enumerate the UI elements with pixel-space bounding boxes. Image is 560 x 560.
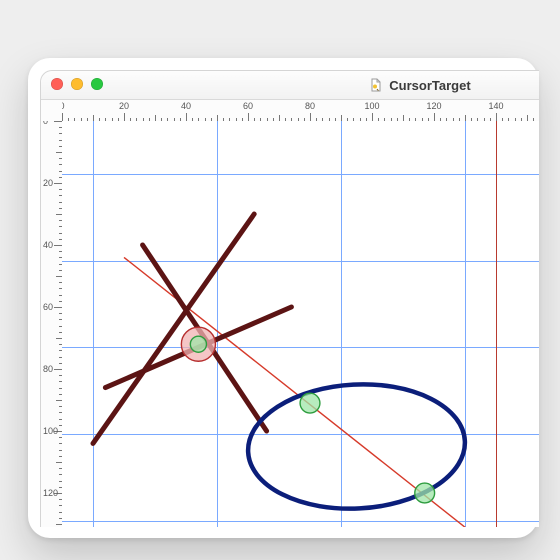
minimize-icon[interactable] bbox=[71, 78, 83, 90]
titlebar[interactable]: CursorTarget bbox=[41, 71, 539, 100]
ruler-top-label: 20 bbox=[119, 101, 129, 111]
close-icon[interactable] bbox=[51, 78, 63, 90]
ruler-left-label: 100 bbox=[43, 426, 58, 436]
content-area: 0 20 40 60 80 100 120 140 0 20 40 60 80 100 120 140 bbox=[41, 100, 539, 527]
ruler-left-label: 40 bbox=[43, 240, 53, 250]
ruler-left-label: 20 bbox=[43, 178, 53, 188]
document-icon bbox=[369, 78, 383, 92]
window-controls bbox=[51, 78, 103, 90]
stroke-segment-1[interactable] bbox=[93, 214, 254, 443]
guide-vertical[interactable] bbox=[496, 121, 497, 527]
intersection-point-3[interactable] bbox=[415, 483, 435, 503]
ruler-top-label: 100 bbox=[364, 101, 379, 111]
drawing-canvas[interactable] bbox=[62, 121, 539, 527]
app-window: CursorTarget 0 20 40 60 80 100 120 140 0 20 40 60 8… bbox=[40, 70, 539, 527]
ruler-top-label: 60 bbox=[243, 101, 253, 111]
ruler-top-label: 140 bbox=[488, 101, 503, 111]
ruler-top-label: 0 bbox=[62, 101, 65, 111]
intersection-point-1[interactable] bbox=[190, 336, 206, 352]
ruler-top-label: 40 bbox=[181, 101, 191, 111]
ruler-top-label: 120 bbox=[426, 101, 441, 111]
window-title: CursorTarget bbox=[389, 78, 470, 93]
ruler-corner bbox=[41, 100, 63, 122]
ruler-vertical[interactable]: 020406080100120140 bbox=[41, 121, 63, 527]
intersection-point-2[interactable] bbox=[300, 393, 320, 413]
canvas-drawing bbox=[62, 121, 539, 527]
ruler-left-label: 80 bbox=[43, 364, 53, 374]
ruler-left-label: 120 bbox=[43, 488, 58, 498]
title-wrap: CursorTarget bbox=[369, 78, 470, 93]
ruler-top-label: 80 bbox=[305, 101, 315, 111]
ruler-left-label: 0 bbox=[43, 121, 48, 126]
zoom-icon[interactable] bbox=[91, 78, 103, 90]
ruler-horizontal[interactable]: 0 20 40 60 80 100 120 140 bbox=[62, 100, 539, 122]
ruler-left-label: 60 bbox=[43, 302, 53, 312]
